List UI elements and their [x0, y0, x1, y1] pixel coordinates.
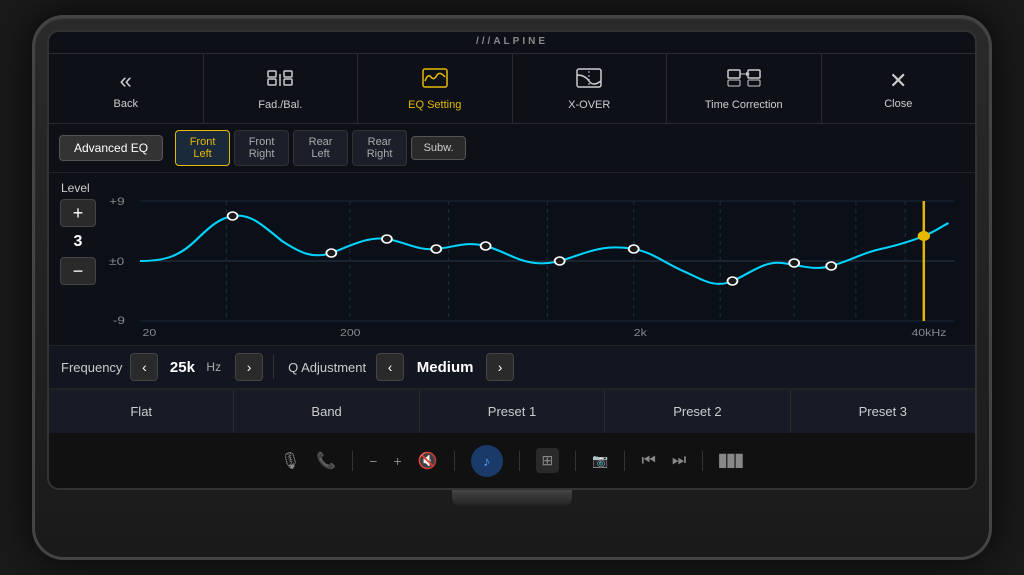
btm-divider-2: [454, 451, 455, 471]
next-track-icon[interactable]: ⏭: [672, 452, 686, 470]
xover-icon: [575, 67, 603, 95]
btm-divider-6: [702, 451, 703, 471]
q-left-icon: ‹: [388, 359, 393, 375]
freq-right-icon: ›: [247, 359, 252, 375]
fad-bal-icon: [266, 67, 294, 95]
freq-right-button[interactable]: ›: [235, 353, 263, 381]
volume-plus-icon[interactable]: +: [393, 453, 401, 469]
btm-divider-1: [352, 451, 353, 471]
eq-icon: [421, 67, 449, 95]
nav-bar: « Back Fad./Bal.: [49, 54, 975, 124]
camera-icon[interactable]: 📷: [592, 453, 608, 469]
volume-minus-icon[interactable]: −: [369, 453, 377, 469]
back-icon: «: [120, 68, 132, 94]
grid-icon: ⊞: [542, 452, 554, 468]
signal-icon: ▊▊▊: [719, 454, 744, 468]
eq-area: Level + 3 −: [49, 173, 975, 345]
svg-text:+9: +9: [109, 195, 125, 207]
preset-1-button[interactable]: Preset 1: [420, 390, 605, 433]
device-mount: [452, 490, 572, 506]
bottom-bar: 🎙 📞 − + 🔇 ♪ ⊞ 📷 ⏮ ⏭ ▊▊▊: [49, 433, 975, 488]
level-minus-button[interactable]: −: [60, 257, 96, 285]
grid-button[interactable]: ⊞: [536, 448, 560, 473]
brand-bar: ///ALPINE: [49, 32, 975, 54]
level-value: 3: [74, 233, 83, 251]
screen: ///ALPINE « Back Fad./Bal.: [47, 30, 977, 490]
frequency-value: 25k: [164, 359, 200, 376]
level-label: Level: [57, 181, 90, 195]
channel-rear-right[interactable]: RearRight: [352, 130, 407, 166]
preset-3-button[interactable]: Preset 3: [791, 390, 975, 433]
freq-left-icon: ‹: [142, 359, 147, 375]
mute-icon[interactable]: 🔇: [418, 451, 438, 471]
channel-front-left[interactable]: FrontLeft: [175, 130, 230, 166]
eq-setting-button[interactable]: EQ Setting: [358, 54, 513, 123]
phone-icon[interactable]: 📞: [316, 451, 336, 471]
q-adjustment-label: Q Adjustment: [288, 360, 366, 375]
device-frame: ///ALPINE « Back Fad./Bal.: [32, 15, 992, 560]
close-button[interactable]: ✕ Close: [822, 54, 976, 123]
mic-icon[interactable]: 🎙: [280, 451, 300, 471]
preset-band-button[interactable]: Band: [234, 390, 419, 433]
btm-divider-5: [624, 451, 625, 471]
q-right-icon: ›: [498, 359, 503, 375]
svg-text:40kHz: 40kHz: [911, 328, 946, 339]
frequency-label: Frequency: [61, 360, 122, 375]
music-play-button[interactable]: ♪: [471, 445, 503, 477]
btm-divider-3: [519, 451, 520, 471]
channel-subw[interactable]: Subw.: [411, 136, 466, 160]
divider: [273, 355, 274, 379]
svg-text:-9: -9: [113, 314, 125, 326]
channel-rear-left[interactable]: RearLeft: [293, 130, 348, 166]
eq-graph[interactable]: +9 ±0 -9 20 200 2k 40kHz: [103, 181, 967, 341]
svg-text:±0: ±0: [109, 255, 124, 267]
time-correction-icon: [727, 67, 761, 95]
q-left-button[interactable]: ‹: [376, 353, 404, 381]
channel-bar: Advanced EQ FrontLeft FrontRight RearLef…: [49, 124, 975, 173]
close-icon: ✕: [889, 68, 907, 94]
preset-2-button[interactable]: Preset 2: [605, 390, 790, 433]
preset-flat-button[interactable]: Flat: [49, 390, 234, 433]
back-button[interactable]: « Back: [49, 54, 204, 123]
freq-bar: Frequency ‹ 25k Hz › Q Adjustment ‹ Medi…: [49, 345, 975, 389]
prev-track-icon[interactable]: ⏮: [641, 452, 655, 470]
music-icon: ♪: [483, 453, 490, 469]
freq-left-button[interactable]: ‹: [130, 353, 158, 381]
q-right-button[interactable]: ›: [486, 353, 514, 381]
level-plus-button[interactable]: +: [60, 199, 96, 227]
channel-front-right[interactable]: FrontRight: [234, 130, 289, 166]
frequency-unit: Hz: [206, 360, 221, 374]
btm-divider-4: [575, 451, 576, 471]
svg-text:20: 20: [142, 328, 156, 339]
xover-button[interactable]: X-OVER: [513, 54, 668, 123]
q-adjustment-value: Medium: [410, 359, 480, 376]
svg-text:200: 200: [340, 328, 361, 339]
adv-eq-button[interactable]: Advanced EQ: [59, 135, 163, 161]
level-control: Level + 3 −: [49, 173, 103, 345]
time-correction-button[interactable]: Time Correction: [667, 54, 822, 123]
alpine-logo: ///ALPINE: [476, 36, 548, 47]
svg-text:2k: 2k: [634, 328, 647, 339]
eq-graph-container[interactable]: +9 ±0 -9 20 200 2k 40kHz: [103, 173, 975, 345]
fad-bal-button[interactable]: Fad./Bal.: [204, 54, 359, 123]
preset-bar: Flat Band Preset 1 Preset 2 Preset 3: [49, 389, 975, 433]
